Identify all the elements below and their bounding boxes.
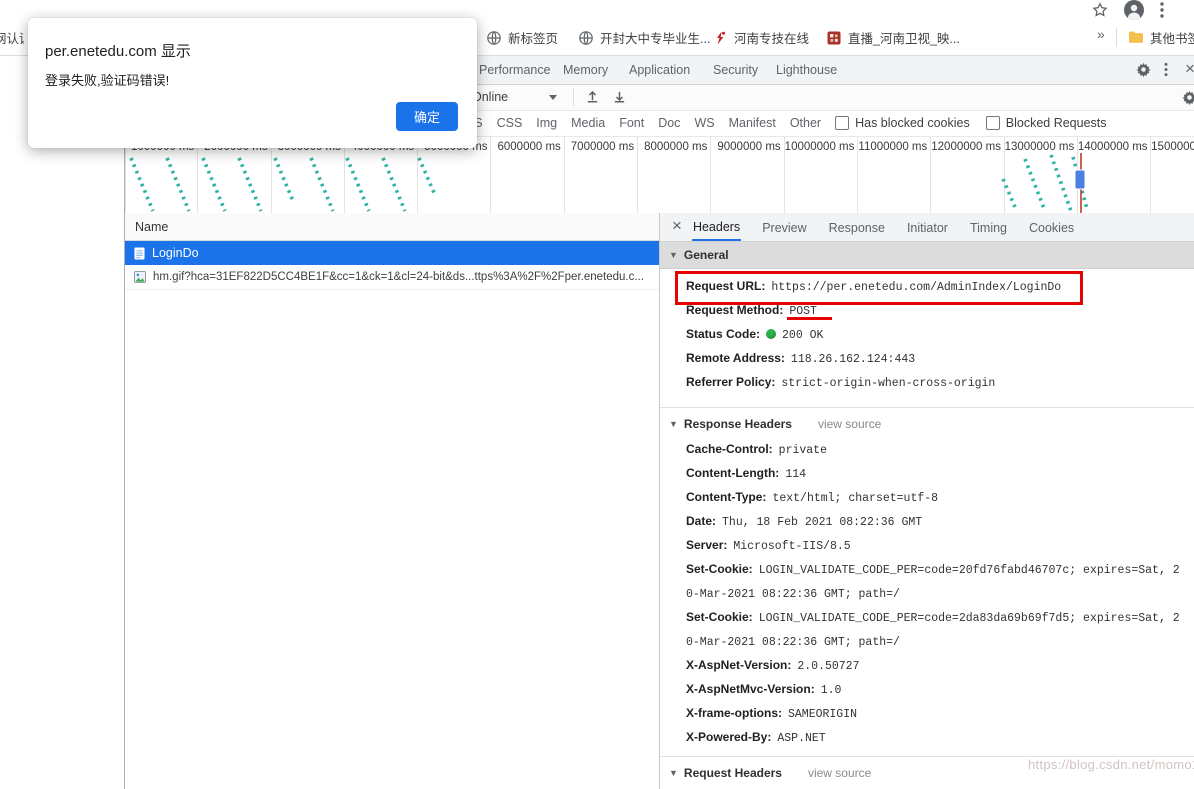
header-row: Server: Microsoft-IIS/8.5 — [686, 538, 851, 553]
response-headers-section-header[interactable]: ▼ Response Headers view source — [660, 407, 1194, 438]
tab-preview[interactable]: Preview — [761, 215, 807, 240]
tab-headers[interactable]: Headers — [691, 214, 742, 241]
folder-icon — [1128, 30, 1144, 46]
header-row: X-Powered-By: ASP.NET — [686, 730, 826, 745]
globe-icon — [578, 30, 594, 46]
alert-ok-button[interactable]: 确定 — [396, 102, 458, 131]
tab-security[interactable]: Security — [713, 63, 758, 77]
devtools-close-icon[interactable]: × — [1185, 59, 1194, 79]
throttling-caret-icon[interactable] — [549, 95, 557, 100]
red-logo-icon — [712, 30, 728, 46]
filter-doc[interactable]: Doc — [658, 116, 680, 130]
header-row: Status Code: 200 OK — [686, 327, 824, 342]
request-table: Name LoginDo hm.gif?hca=31EF822D5CC4BE1F… — [125, 213, 659, 789]
header-row: Remote Address: 118.26.162.124:443 — [686, 351, 916, 366]
export-har-icon[interactable] — [612, 89, 627, 104]
image-icon — [134, 271, 146, 283]
filter-manifest[interactable]: Manifest — [729, 116, 776, 130]
tab-lighthouse[interactable]: Lighthouse — [776, 63, 837, 77]
request-details-panel: × Headers Preview Response Initiator Tim… — [659, 213, 1194, 789]
header-row: Set-Cookie: LOGIN_VALIDATE_CODE_PER=code=… — [686, 562, 1180, 601]
tab-response[interactable]: Response — [828, 215, 886, 240]
view-source-link[interactable]: view source — [818, 417, 881, 431]
status-ok-dot — [766, 329, 777, 339]
timeline-activity-overlay — [129, 153, 1089, 213]
filter-ws[interactable]: WS — [694, 116, 714, 130]
header-row: Content-Length: 114 — [686, 466, 807, 481]
annotation-box-request-url — [675, 271, 1083, 305]
annotation-underline-post — [787, 317, 832, 320]
tab-application[interactable]: Application — [629, 63, 690, 77]
header-row: Content-Type: text/html; charset=utf-8 — [686, 490, 939, 505]
has-blocked-cookies-checkbox[interactable] — [835, 116, 850, 130]
filter-font[interactable]: Font — [619, 116, 644, 130]
bookmark-item-newtab[interactable]: 新标签页 — [486, 28, 558, 47]
collapse-triangle-icon: ▼ — [669, 768, 678, 778]
tab-cookies[interactable]: Cookies — [1028, 215, 1075, 240]
throttling-select[interactable]: Online — [472, 90, 508, 104]
tab-initiator[interactable]: Initiator — [906, 215, 949, 240]
devtools-settings-gear-icon[interactable] — [1136, 62, 1151, 77]
alert-origin-title: per.enetedu.com 显示 — [45, 43, 191, 60]
header-row: Cache-Control: private — [686, 442, 827, 457]
bookmark-item-partial[interactable]: 网认证 — [0, 28, 24, 47]
request-name: hm.gif?hca=31EF822D5CC4BE1F&cc=1&ck=1&cl… — [153, 271, 644, 283]
bookmarks-divider — [1116, 28, 1117, 47]
document-icon — [134, 247, 145, 260]
filter-img[interactable]: Img — [536, 116, 557, 130]
request-row-hmgif[interactable]: hm.gif?hca=31EF822D5CC4BE1F&cc=1&ck=1&cl… — [125, 265, 659, 290]
header-row: Set-Cookie: LOGIN_VALIDATE_CODE_PER=code=… — [686, 610, 1180, 649]
other-bookmarks-folder[interactable]: 其他书签 — [1128, 28, 1194, 47]
network-settings-gear-icon[interactable] — [1182, 90, 1194, 105]
tab-memory[interactable]: Memory — [563, 63, 608, 77]
globe-icon — [486, 30, 502, 46]
blocked-requests-label: Blocked Requests — [1005, 116, 1107, 130]
request-row-logindo[interactable]: LoginDo — [125, 241, 659, 265]
bookmark-item-kaifeng[interactable]: 开封大中专毕业生... — [578, 28, 710, 47]
filter-media[interactable]: Media — [571, 116, 605, 130]
view-source-link[interactable]: view source — [808, 766, 871, 780]
has-blocked-cookies-label: Has blocked cookies — [855, 116, 970, 130]
general-section-header[interactable]: ▼ General — [660, 242, 1194, 269]
collapse-triangle-icon: ▼ — [669, 419, 678, 429]
timeline-drag-handle — [1074, 169, 1086, 190]
browser-window: 网认证 新标签页 开封大中专毕业生... 河南专技在线 直播_河南卫视_映... — [0, 0, 1194, 789]
bookmark-star-icon[interactable] — [1092, 2, 1108, 18]
filter-css[interactable]: CSS — [497, 116, 523, 130]
request-table-name-header[interactable]: Name — [125, 213, 659, 241]
collapse-triangle-icon: ▼ — [669, 250, 678, 260]
tab-performance[interactable]: Performance — [479, 63, 551, 77]
alert-dialog: per.enetedu.com 显示 登录失败,验证码错误! 确定 — [28, 18, 477, 148]
headers-content: Request URL: https://per.enetedu.com/Admi… — [660, 269, 1194, 789]
header-row: X-AspNet-Version: 2.0.50727 — [686, 658, 860, 673]
import-har-icon[interactable] — [585, 89, 600, 104]
details-tabbar: × Headers Preview Response Initiator Tim… — [660, 213, 1194, 242]
csdn-watermark: https://blog.csdn.net/momo1994 — [1028, 757, 1194, 772]
header-row: Date: Thu, 18 Feb 2021 08:22:36 GMT — [686, 514, 923, 529]
profile-avatar[interactable] — [1124, 0, 1144, 20]
bookmark-item-zhibo[interactable]: 直播_河南卫视_映... — [826, 28, 960, 47]
filter-other[interactable]: Other — [790, 116, 821, 130]
tab-timing[interactable]: Timing — [969, 215, 1008, 240]
header-row: X-frame-options: SAMEORIGIN — [686, 706, 858, 721]
bookmarks-overflow-chevron[interactable]: » — [1097, 26, 1105, 42]
bookmark-item-henan-zhuanji[interactable]: 河南专技在线 — [712, 28, 809, 47]
browser-menu-icon[interactable] — [1160, 2, 1164, 18]
alert-message: 登录失败,验证码错误! — [45, 73, 170, 88]
devtools-menu-icon[interactable] — [1164, 62, 1168, 77]
header-row: Referrer Policy: strict-origin-when-cross… — [686, 375, 996, 390]
tv-seal-icon — [826, 30, 842, 46]
blocked-requests-checkbox[interactable] — [985, 116, 1000, 130]
request-name: LoginDo — [152, 246, 199, 260]
close-details-icon[interactable]: × — [660, 216, 692, 238]
header-row: X-AspNetMvc-Version: 1.0 — [686, 682, 842, 697]
